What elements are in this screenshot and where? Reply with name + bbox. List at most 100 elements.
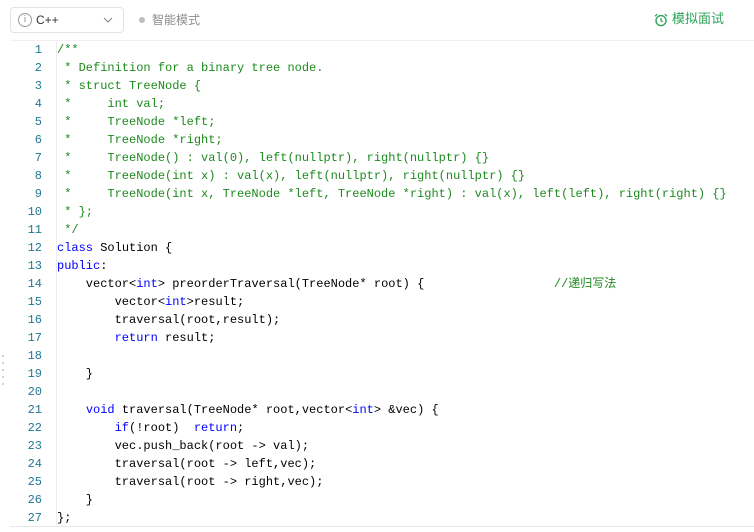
- code-line[interactable]: 21 void traversal(TreeNode* root,vector<…: [10, 401, 754, 419]
- line-number: 20: [27, 385, 42, 399]
- code-token-comment: //递归写法: [553, 277, 617, 291]
- line-number: 1: [34, 43, 42, 57]
- code-text: * Definition for a binary tree node.: [57, 59, 323, 77]
- mock-interview-button[interactable]: 模拟面试: [654, 10, 724, 30]
- code-line[interactable]: 5 * TreeNode *left;: [10, 113, 754, 131]
- code-token-comment: * Definition for a binary tree node.: [57, 61, 324, 75]
- code-text: class Solution {: [57, 239, 172, 257]
- code-line[interactable]: 7 * TreeNode() : val(0), left(nullptr), …: [10, 149, 754, 167]
- code-token-plain: >result;: [186, 295, 245, 309]
- code-token-comment: * struct TreeNode {: [57, 79, 202, 93]
- code-line[interactable]: 9 * TreeNode(int x, TreeNode *left, Tree…: [10, 185, 754, 203]
- code-line[interactable]: 10 * };: [10, 203, 754, 221]
- code-token-plain: > preorderTraversal(TreeNode* root) {: [157, 277, 554, 291]
- code-token-plain: vec.push_back(root -> val);: [57, 439, 310, 453]
- editor-toolbar: i C++ 智能模式 模拟面试: [0, 0, 754, 40]
- alarm-clock-icon: [654, 13, 668, 27]
- code-text: vec.push_back(root -> val);: [57, 437, 309, 455]
- code-line[interactable]: 4 * int val;: [10, 95, 754, 113]
- line-number: 9: [34, 187, 42, 201]
- code-text: * TreeNode *right;: [57, 131, 222, 149]
- code-text: vector<int> preorderTraversal(TreeNode* …: [57, 275, 617, 293]
- line-number: 21: [27, 403, 42, 417]
- code-token-comment: * TreeNode *left;: [57, 115, 216, 129]
- code-line[interactable]: 25 traversal(root -> right,vec);: [10, 473, 754, 491]
- code-text: traversal(root -> right,vec);: [57, 473, 324, 491]
- code-text: */: [57, 221, 79, 239]
- line-number: 19: [27, 367, 42, 381]
- code-token-comment: */: [57, 223, 79, 237]
- editor-bottom-border: [10, 526, 754, 527]
- line-number: 14: [27, 277, 42, 291]
- code-line[interactable]: 8 * TreeNode(int x) : val(x), left(nullp…: [10, 167, 754, 185]
- code-token-comment: /**: [57, 43, 79, 57]
- code-token-plain: > &vec) {: [373, 403, 439, 417]
- line-number: 6: [34, 133, 42, 147]
- line-number: 15: [27, 295, 42, 309]
- code-text: * };: [57, 203, 93, 221]
- code-line[interactable]: 2 * Definition for a binary tree node.: [10, 59, 754, 77]
- code-token-comment: * int val;: [57, 97, 166, 111]
- code-token-keyword: class: [57, 241, 94, 255]
- code-text: traversal(root -> left,vec);: [57, 455, 317, 473]
- line-number: 13: [27, 259, 42, 273]
- code-token-keyword: int: [136, 277, 158, 291]
- code-line[interactable]: 18: [10, 347, 754, 365]
- code-text: };: [57, 509, 71, 527]
- code-line[interactable]: 13 public:: [10, 257, 754, 275]
- code-text: * TreeNode *left;: [57, 113, 215, 131]
- code-text: * TreeNode(int x, TreeNode *left, TreeNo…: [57, 185, 727, 203]
- code-token-keyword: void: [85, 403, 115, 417]
- line-number: 24: [27, 457, 42, 471]
- line-number: 25: [27, 475, 42, 489]
- code-line[interactable]: 14 vector<int> preorderTraversal(TreeNod…: [10, 275, 754, 293]
- code-token-keyword: return: [193, 421, 238, 435]
- line-number: 2: [34, 61, 42, 75]
- code-token-plain: vector<: [57, 295, 166, 309]
- smart-mode-toggle[interactable]: 智能模式: [139, 11, 200, 29]
- code-text: * int val;: [57, 95, 165, 113]
- line-number: 3: [34, 79, 42, 93]
- code-line[interactable]: 16 traversal(root,result);: [10, 311, 754, 329]
- code-line[interactable]: 3 * struct TreeNode {: [10, 77, 754, 95]
- code-line[interactable]: 17 return result;: [10, 329, 754, 347]
- line-number: 4: [34, 97, 42, 111]
- code-text: * struct TreeNode {: [57, 77, 201, 95]
- code-line[interactable]: 23 vec.push_back(root -> val);: [10, 437, 754, 455]
- code-token-comment: * TreeNode() : val(0), left(nullptr), ri…: [57, 151, 490, 165]
- code-line[interactable]: 27};: [10, 509, 754, 527]
- line-number: 12: [27, 241, 42, 255]
- code-token-comment: * };: [57, 205, 94, 219]
- code-line[interactable]: 24 traversal(root -> left,vec);: [10, 455, 754, 473]
- line-number: 5: [34, 115, 42, 129]
- code-line[interactable]: 6 * TreeNode *right;: [10, 131, 754, 149]
- code-token-plain: ;: [237, 421, 245, 435]
- code-token-plain: }: [57, 493, 94, 507]
- language-select[interactable]: i C++: [10, 7, 124, 33]
- line-number: 16: [27, 313, 42, 327]
- code-token-plain: }: [57, 367, 94, 381]
- line-number: 23: [27, 439, 42, 453]
- code-token-plain: traversal(root,result);: [57, 313, 281, 327]
- code-token-keyword: public: [57, 259, 101, 273]
- code-token-plain: traversal(root -> right,vec);: [57, 475, 324, 489]
- code-text: * TreeNode(int x) : val(x), left(nullptr…: [57, 167, 525, 185]
- code-line[interactable]: 20: [10, 383, 754, 401]
- code-line[interactable]: 15 vector<int>result;: [10, 293, 754, 311]
- code-token-keyword: int: [165, 295, 187, 309]
- code-editor[interactable]: 1 /** 2 * Definition for a binary tree nod…: [10, 40, 754, 527]
- code-token-plain: vector<: [57, 277, 137, 291]
- panel-resize-handle[interactable]: [2, 355, 5, 385]
- code-line[interactable]: 11 */: [10, 221, 754, 239]
- code-token-plain: (!root): [129, 421, 194, 435]
- code-line[interactable]: 1 /**: [10, 41, 754, 59]
- code-line[interactable]: 12 class Solution {: [10, 239, 754, 257]
- code-line[interactable]: 22 if(!root) return;: [10, 419, 754, 437]
- line-number: 26: [27, 493, 42, 507]
- code-token-plain: :: [100, 259, 108, 273]
- code-line[interactable]: 26 }: [10, 491, 754, 509]
- code-text: }: [57, 365, 93, 383]
- code-line[interactable]: 19 }: [10, 365, 754, 383]
- language-label: C++: [36, 13, 59, 27]
